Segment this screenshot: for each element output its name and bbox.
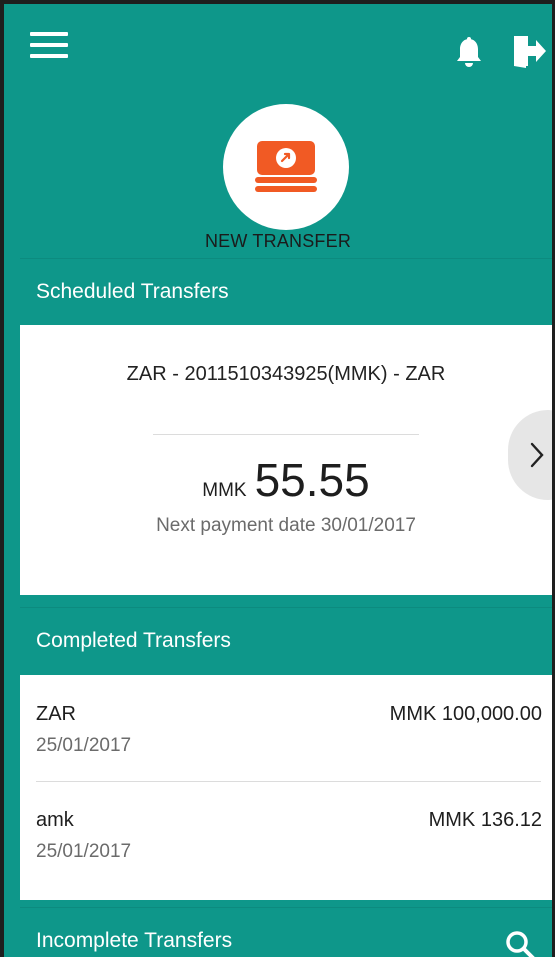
top-bar bbox=[4, 4, 552, 84]
scheduled-transfer-card[interactable]: ZAR - 2011510343925(MMK) - ZAR MMK 55.55 … bbox=[20, 325, 552, 595]
completed-transfers-title: Completed Transfers bbox=[36, 629, 231, 652]
transfer-amount: MMK 136.12 bbox=[428, 809, 542, 831]
incomplete-transfers-header: Incomplete Transfers bbox=[20, 908, 552, 957]
money-transfer-icon bbox=[255, 141, 317, 192]
currency-label: MMK bbox=[202, 480, 247, 501]
new-transfer-button[interactable] bbox=[223, 104, 349, 230]
completed-transfers-header: Completed Transfers bbox=[20, 608, 552, 674]
next-payment-date: Next payment date 30/01/2017 bbox=[156, 515, 416, 536]
amount-value: 55.55 bbox=[254, 454, 370, 506]
list-item[interactable]: amk MMK 136.12 25/01/2017 bbox=[20, 782, 552, 888]
transfer-date: 25/01/2017 bbox=[36, 841, 132, 862]
scheduled-amount: MMK 55.55 bbox=[20, 453, 552, 507]
transfer-name: ZAR bbox=[36, 703, 76, 725]
transfer-amount: MMK 100,000.00 bbox=[389, 703, 542, 725]
incomplete-transfers-title: Incomplete Transfers bbox=[36, 929, 233, 952]
completed-transfers-list: ZAR MMK 100,000.00 25/01/2017 amk MMK 13… bbox=[20, 675, 552, 900]
app-screen: NEW TRANSFER Scheduled Transfers ZAR - 2… bbox=[4, 4, 552, 957]
divider bbox=[153, 434, 419, 435]
scheduled-transfer-name: ZAR - 2011510343925(MMK) - ZAR bbox=[126, 363, 446, 385]
logout-icon[interactable] bbox=[512, 34, 548, 68]
bell-icon[interactable] bbox=[454, 36, 484, 68]
list-item[interactable]: ZAR MMK 100,000.00 25/01/2017 bbox=[20, 675, 552, 781]
transfer-name: amk bbox=[36, 809, 74, 831]
new-transfer-label: NEW TRANSFER bbox=[204, 231, 352, 251]
scheduled-transfers-header: Scheduled Transfers bbox=[20, 259, 552, 325]
transfer-date: 25/01/2017 bbox=[36, 735, 132, 756]
chevron-right-icon bbox=[530, 442, 544, 468]
scheduled-transfers-title: Scheduled Transfers bbox=[36, 280, 229, 303]
search-icon[interactable] bbox=[504, 929, 536, 957]
hamburger-menu-icon[interactable] bbox=[30, 32, 68, 58]
